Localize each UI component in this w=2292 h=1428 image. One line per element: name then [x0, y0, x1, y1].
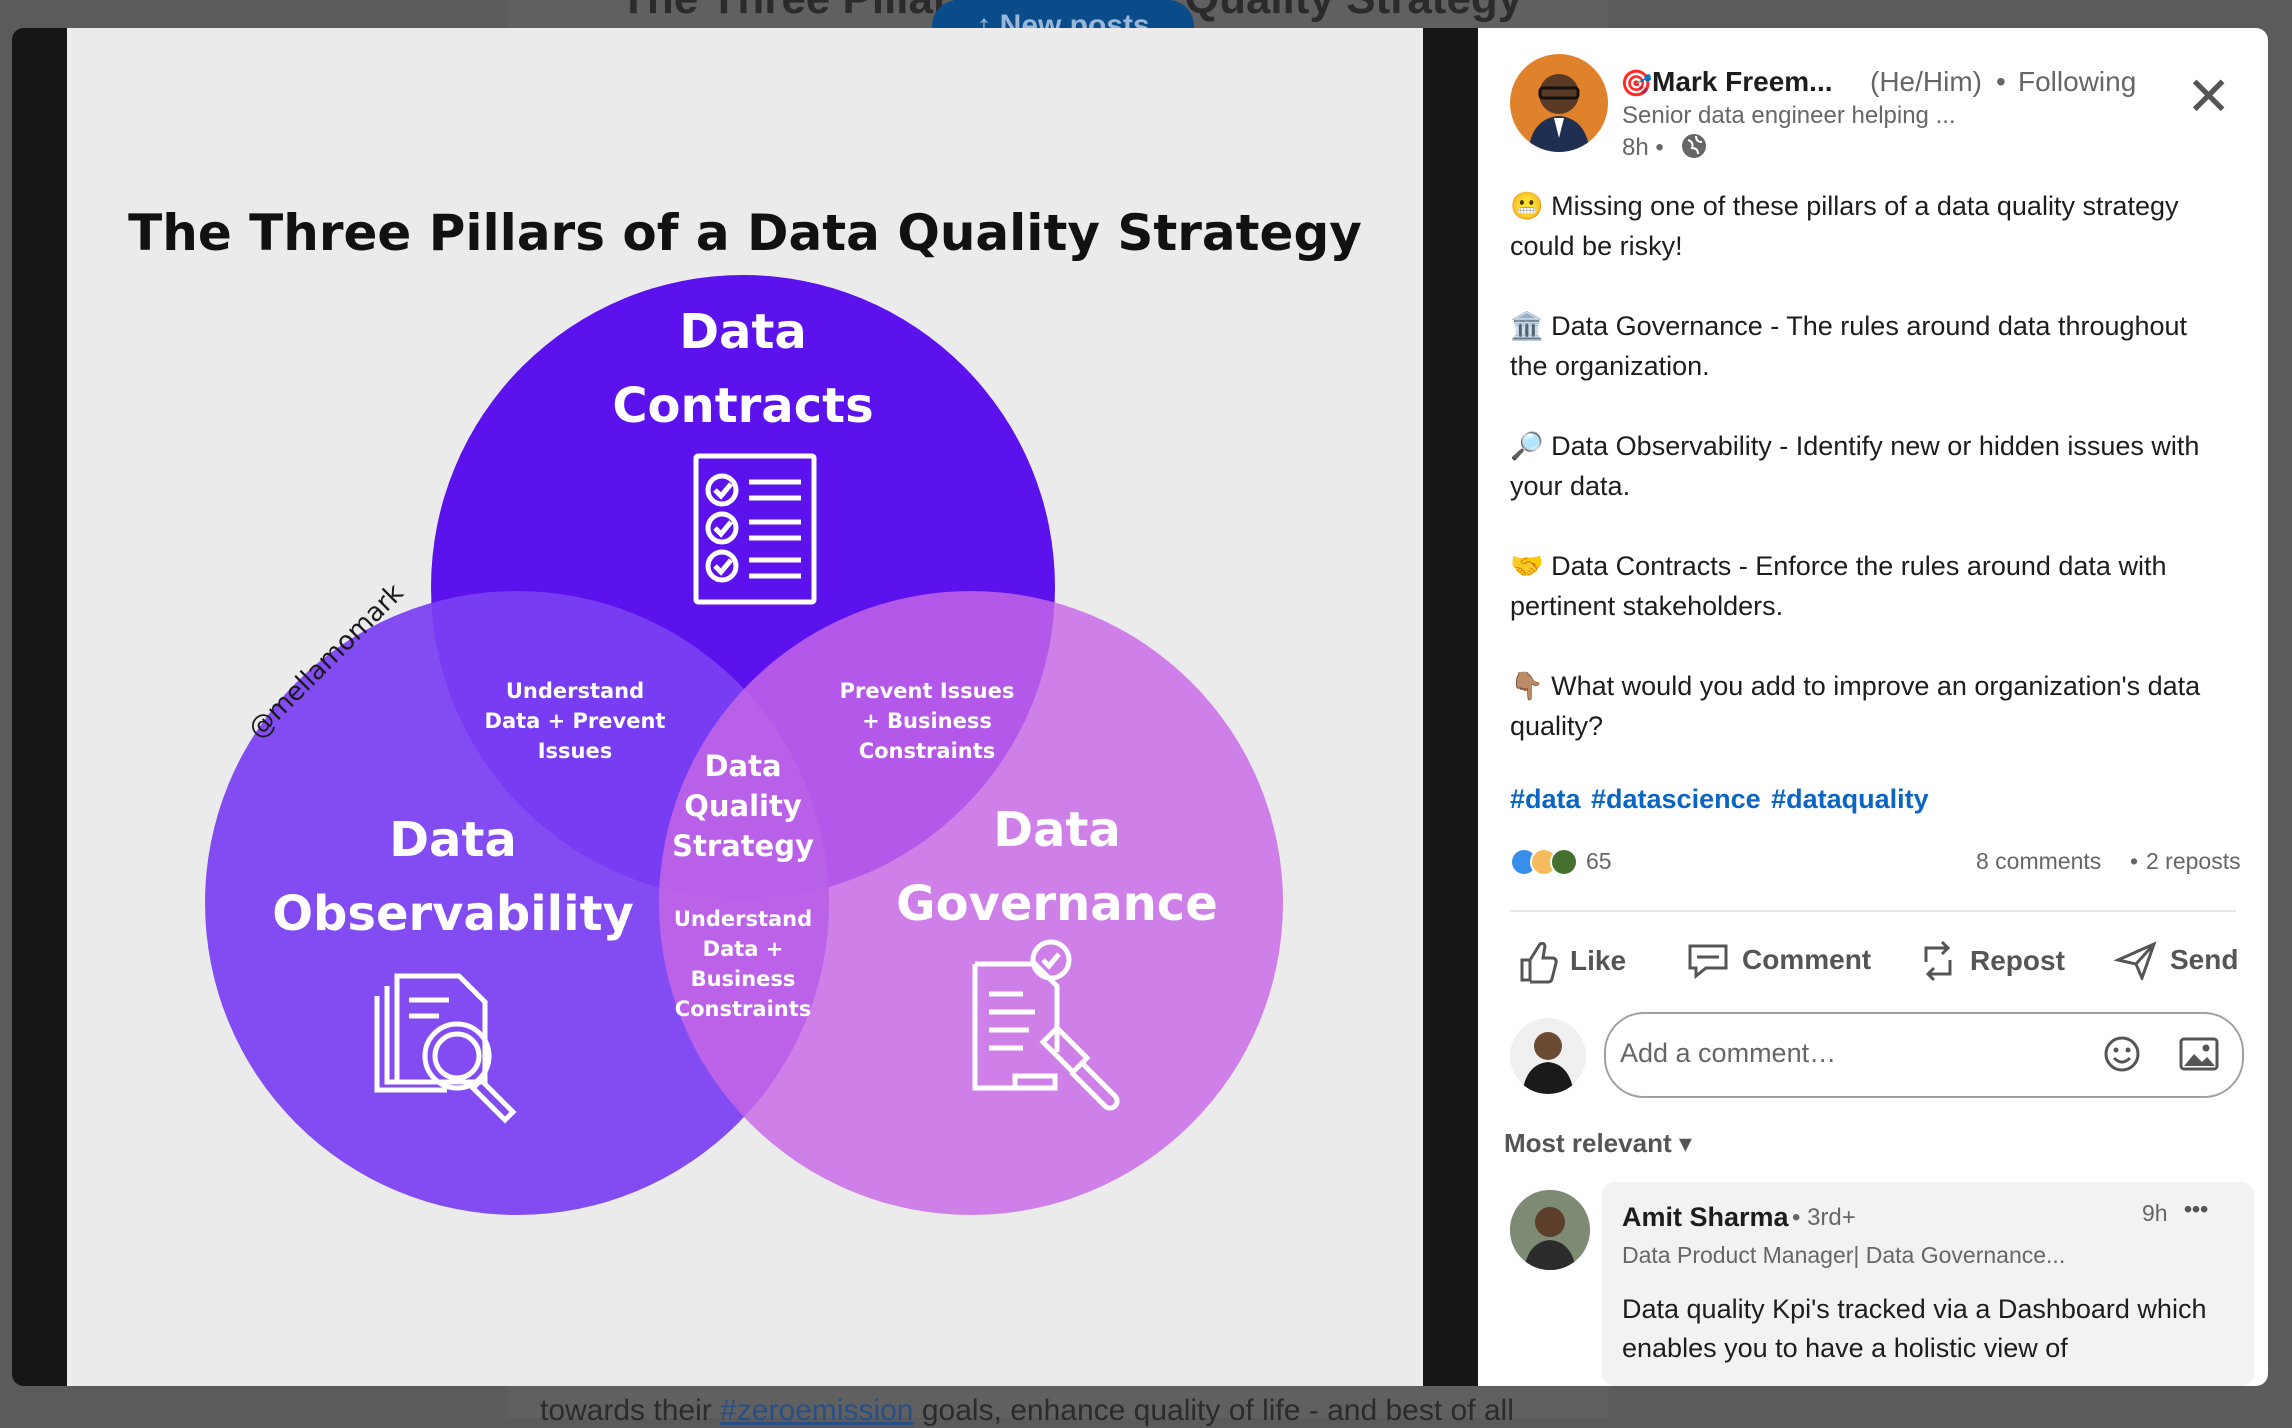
like-button[interactable]: Like	[1518, 938, 1626, 984]
divider	[1510, 910, 2236, 912]
image-icon[interactable]	[2178, 1036, 2220, 1077]
more-options-icon[interactable]: •••	[2184, 1196, 2208, 1223]
contracts-title-line2: Contracts	[612, 378, 873, 434]
send-button[interactable]: Send	[2114, 940, 2238, 980]
observability-title-line2: Observability	[272, 886, 634, 942]
commenter-degree: • 3rd+	[1792, 1204, 1856, 1231]
observability-title-line1: Data	[389, 812, 517, 868]
author-name[interactable]: Mark Freem...	[1652, 66, 1833, 98]
reactions-count[interactable]: 65	[1586, 848, 1612, 875]
center-line3: Strategy	[672, 829, 814, 863]
comment-icon	[1688, 944, 1728, 980]
overlap-right-line2: + Business	[862, 709, 992, 733]
overlap-left-line1: Understand	[506, 679, 644, 703]
close-icon[interactable]: ✕	[2186, 70, 2231, 124]
separator-dot: •	[2130, 848, 2139, 874]
sort-comments-dropdown[interactable]: Most relevant ▾	[1504, 1128, 1692, 1159]
overlap-right-line1: Prevent Issues	[840, 679, 1015, 703]
post-paragraph-2: 🏛️ Data Governance - The rules around da…	[1510, 311, 2188, 381]
post-paragraph-1: 😬 Missing one of these pillars of a data…	[1510, 191, 2179, 261]
center-line1: Data	[704, 749, 781, 783]
target-icon: 🎯	[1620, 68, 1653, 98]
post-paragraph-5: 👇🏽 What would you add to improve an orga…	[1510, 671, 2201, 741]
overlap-right-line3: Constraints	[859, 739, 996, 763]
overlap-left-line2: Data + Prevent	[485, 709, 666, 733]
overlap-bottom-line2: Data +	[703, 937, 784, 961]
following-status[interactable]: Following	[2018, 66, 2136, 98]
infographic-title: The Three Pillars of a Data Quality Stra…	[128, 204, 1362, 262]
governance-title-line2: Governance	[896, 876, 1218, 932]
reposts-count[interactable]: 2 reposts	[2146, 848, 2241, 875]
governance-title-line1: Data	[993, 802, 1121, 858]
send-icon	[2114, 941, 2157, 980]
venn-diagram: The Three Pillars of a Data Quality Stra…	[128, 204, 1362, 1215]
center-line2: Quality	[684, 789, 802, 823]
author-headline: Senior data engineer helping ...	[1622, 102, 1956, 129]
overlap-left-line3: Issues	[538, 739, 613, 763]
post-time: 8h •	[1622, 134, 1664, 161]
post-paragraph-4: 🤝 Data Contracts - Enforce the rules aro…	[1510, 551, 2167, 621]
commenter-name[interactable]: Amit Sharma	[1622, 1202, 1789, 1233]
repost-button[interactable]: Repost	[1918, 938, 2065, 984]
current-user-avatar	[1510, 1018, 1586, 1094]
hashtag-link[interactable]: #dataquality	[1771, 784, 1929, 814]
background-hashtag-link[interactable]: #zeroemission	[720, 1394, 913, 1427]
overlap-bottom-line4: Constraints	[675, 997, 812, 1021]
comment-placeholder: Add a comment…	[1620, 1038, 1837, 1068]
post-paragraph-3: 🔎 Data Observability - Identify new or h…	[1510, 431, 2200, 501]
hashtag-link[interactable]: #datascience	[1591, 784, 1761, 814]
comment-text: Data quality Kpi's tracked via a Dashboa…	[1622, 1294, 2207, 1363]
post-modal: The Three Pillars of a Data Quality Stra…	[12, 28, 2268, 1386]
overlap-bottom-line1: Understand	[674, 907, 812, 931]
separator-dot: •	[1996, 66, 2006, 97]
media-viewer: The Three Pillars of a Data Quality Stra…	[12, 28, 1478, 1386]
comments-count[interactable]: 8 comments	[1976, 848, 2101, 875]
comment-card: Amit Sharma • 3rd+ 9h ••• Data Product M…	[1602, 1182, 2254, 1386]
globe-icon	[1680, 132, 1708, 165]
hashtags: #data #datascience #dataquality	[1510, 784, 1935, 815]
background-post-text: towards their #zeroemission goals, enhan…	[540, 1394, 1514, 1427]
author-pronouns: (He/Him)	[1870, 66, 1982, 97]
contracts-title-line1: Data	[679, 304, 807, 360]
comment-time: 9h	[2142, 1200, 2168, 1226]
post-details-panel: 🎯 Mark Freem... (He/Him) • Following ✕ S…	[1478, 28, 2268, 1386]
author-avatar[interactable]	[1510, 54, 1608, 152]
hashtag-link[interactable]: #data	[1510, 784, 1581, 814]
emoji-icon[interactable]	[2102, 1034, 2142, 1079]
commenter-headline: Data Product Manager| Data Governance...	[1622, 1242, 2066, 1268]
overlap-bottom-line3: Business	[691, 967, 796, 991]
thumbs-up-icon	[1520, 941, 1558, 984]
reaction-icons[interactable]	[1510, 846, 1580, 878]
repost-icon	[1924, 940, 1952, 982]
commenter-avatar[interactable]	[1510, 1190, 1590, 1270]
comment-input[interactable]: Add a comment…	[1604, 1012, 2244, 1098]
comment-button[interactable]: Comment	[1686, 940, 1871, 980]
post-image[interactable]: The Three Pillars of a Data Quality Stra…	[67, 28, 1423, 1386]
